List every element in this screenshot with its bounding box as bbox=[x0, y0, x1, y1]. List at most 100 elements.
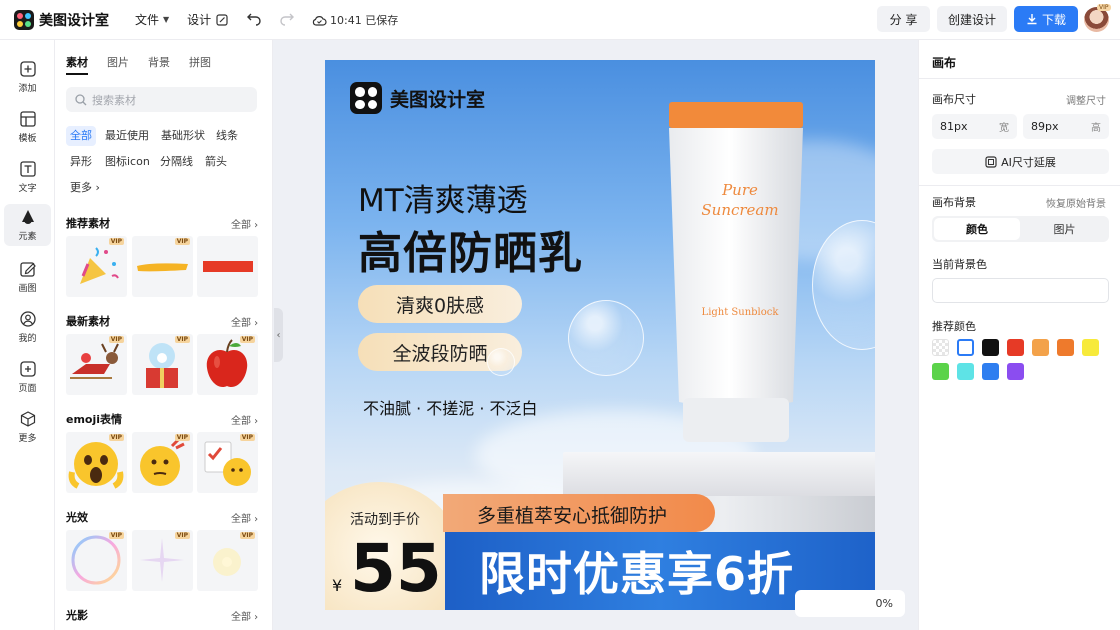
red-bar-sticker bbox=[203, 261, 253, 272]
create-design-button[interactable]: 创建设计 bbox=[937, 6, 1007, 32]
product-tube-image[interactable]: Pure Suncream Light Sunblock bbox=[665, 102, 805, 452]
material-thumb[interactable]: VIP bbox=[132, 236, 193, 297]
material-thumb[interactable]: VIP bbox=[132, 432, 193, 493]
chip-basic-shapes[interactable]: 基础形状 bbox=[157, 126, 209, 146]
color-swatch[interactable] bbox=[1007, 363, 1024, 380]
vip-badge: VIP bbox=[108, 532, 124, 539]
section-all-link[interactable]: 全部 › bbox=[231, 412, 258, 427]
rail-item-elements[interactable]: 元素 bbox=[4, 204, 51, 246]
file-menu-label: 文件 bbox=[135, 13, 160, 27]
material-thumb[interactable] bbox=[197, 236, 258, 297]
app-logo[interactable]: 美图设计室 bbox=[14, 9, 109, 30]
rail-item-template[interactable]: 模板 bbox=[0, 110, 55, 144]
tab-image[interactable]: 图片 bbox=[107, 54, 129, 75]
poster-headline-2[interactable]: 高倍防晒乳 bbox=[358, 217, 583, 281]
width-field[interactable]: 81px 宽 bbox=[932, 114, 1017, 139]
cube-icon bbox=[19, 410, 37, 428]
poster-headline-1[interactable]: MT清爽薄透 bbox=[358, 175, 528, 220]
reset-bg-link[interactable]: 恢复原始背景 bbox=[1046, 195, 1106, 210]
vip-badge: VIP bbox=[174, 336, 190, 343]
vip-badge: VIP bbox=[108, 336, 124, 343]
vip-badge: VIP bbox=[108, 434, 124, 441]
material-thumb[interactable]: VIP bbox=[197, 530, 258, 591]
bg-type-image[interactable]: 图片 bbox=[1022, 218, 1107, 240]
bg-type-color[interactable]: 颜色 bbox=[934, 218, 1020, 240]
rail-item-page[interactable]: 页面 bbox=[0, 360, 55, 394]
color-swatch[interactable] bbox=[932, 363, 949, 380]
material-thumb[interactable]: VIP bbox=[66, 334, 127, 395]
color-swatch[interactable] bbox=[1007, 339, 1024, 356]
chip-irregular[interactable]: 异形 bbox=[66, 152, 96, 172]
color-swatch[interactable] bbox=[1082, 339, 1099, 356]
promo-blue-text[interactable]: 限时优惠享6折 bbox=[479, 538, 794, 604]
rail-label: 模板 bbox=[18, 134, 37, 144]
material-thumb[interactable]: VIP bbox=[66, 236, 127, 297]
resize-link[interactable]: 调整尺寸 bbox=[1066, 92, 1106, 107]
file-menu[interactable]: 文件 ▼ bbox=[135, 11, 169, 28]
section-all-link[interactable]: 全部 › bbox=[231, 314, 258, 329]
section-title: 光效 bbox=[66, 511, 88, 524]
height-field[interactable]: 89px 高 bbox=[1023, 114, 1109, 139]
chip-all[interactable]: 全部 bbox=[66, 126, 96, 146]
tab-material[interactable]: 素材 bbox=[66, 54, 88, 75]
chip-lines[interactable]: 线条 bbox=[212, 126, 242, 146]
gift-snowglobe-sticker bbox=[146, 343, 178, 388]
share-button[interactable]: 分 享 bbox=[877, 6, 930, 32]
color-swatch[interactable] bbox=[982, 339, 999, 356]
shapes-icon bbox=[19, 208, 37, 226]
rail-item-mine[interactable]: 我的 bbox=[0, 310, 55, 344]
rail-item-text[interactable]: 文字 bbox=[0, 160, 55, 194]
color-swatch[interactable] bbox=[932, 339, 949, 356]
vip-badge: VIP bbox=[239, 434, 255, 441]
price-currency[interactable]: ¥ bbox=[332, 576, 342, 595]
tab-collage[interactable]: 拼图 bbox=[189, 54, 211, 75]
color-swatch[interactable] bbox=[1057, 339, 1074, 356]
price-label[interactable]: 活动到手价 bbox=[350, 509, 420, 529]
poster-pill-1[interactable]: 清爽0肤感 bbox=[358, 285, 522, 323]
design-menu[interactable]: 设计 bbox=[187, 11, 228, 28]
design-canvas[interactable]: 美图设计室 MT清爽薄透 高倍防晒乳 清爽0肤感 全波段防晒 不油腻 · 不搓泥… bbox=[325, 60, 875, 610]
color-swatch[interactable] bbox=[1032, 339, 1049, 356]
redo-button[interactable] bbox=[279, 10, 295, 30]
section-all-link[interactable]: 全部 › bbox=[231, 608, 258, 623]
download-button[interactable]: 下载 bbox=[1014, 6, 1078, 32]
ai-resize-button[interactable]: AI尺寸延展 bbox=[932, 149, 1109, 174]
app-name: 美图设计室 bbox=[39, 12, 109, 29]
rail-item-add[interactable]: 添加 bbox=[0, 60, 55, 94]
section-all-link[interactable]: 全部 › bbox=[231, 510, 258, 525]
pedestal[interactable] bbox=[563, 452, 875, 496]
tab-background[interactable]: 背景 bbox=[148, 54, 170, 75]
chip-icon[interactable]: 图标icon bbox=[101, 152, 154, 172]
chip-arrow[interactable]: 箭头 bbox=[201, 152, 231, 172]
zoom-control[interactable]: 0% bbox=[795, 590, 905, 617]
edit-icon bbox=[216, 13, 228, 26]
material-thumb[interactable]: VIP bbox=[197, 334, 258, 395]
poster-logo[interactable]: 美图设计室 bbox=[350, 82, 485, 114]
chip-divider[interactable]: 分隔线 bbox=[156, 152, 197, 172]
chip-recent[interactable]: 最近使用 bbox=[101, 126, 153, 146]
redo-icon bbox=[280, 13, 294, 26]
section-all-link[interactable]: 全部 › bbox=[231, 216, 258, 231]
collapse-panel-button[interactable]: ‹ bbox=[274, 308, 283, 362]
undo-button[interactable] bbox=[246, 10, 262, 30]
material-thumb[interactable]: VIP bbox=[197, 432, 258, 493]
poster-tagline[interactable]: 不油腻 · 不搓泥 · 不泛白 bbox=[363, 395, 538, 419]
color-swatch[interactable] bbox=[957, 339, 974, 356]
rail-item-draw[interactable]: 画图 bbox=[0, 260, 55, 294]
material-thumb[interactable]: VIP bbox=[66, 432, 127, 493]
material-thumb[interactable]: VIP bbox=[66, 530, 127, 591]
chip-more[interactable]: 更多 › bbox=[66, 178, 104, 198]
section-title: 推荐素材 bbox=[66, 217, 110, 230]
rail-item-more[interactable]: 更多 bbox=[0, 410, 55, 444]
color-swatch[interactable] bbox=[982, 363, 999, 380]
color-swatch[interactable] bbox=[957, 363, 974, 380]
price-value[interactable]: 55 bbox=[350, 530, 442, 607]
material-thumb[interactable]: VIP bbox=[132, 530, 193, 591]
promo-orange-text[interactable]: 多重植萃安心抵御防护 bbox=[477, 501, 667, 528]
search-input[interactable]: 搜索素材 bbox=[66, 87, 257, 112]
section-all-label: 全部 bbox=[231, 416, 251, 427]
current-color-field[interactable] bbox=[932, 278, 1109, 303]
brush-stroke-sticker bbox=[137, 263, 188, 272]
material-panel: 素材 图片 背景 拼图 搜索素材 全部 最近使用 基础形状 线条 异形 图标ic… bbox=[55, 40, 273, 630]
material-thumb[interactable]: VIP bbox=[132, 334, 193, 395]
